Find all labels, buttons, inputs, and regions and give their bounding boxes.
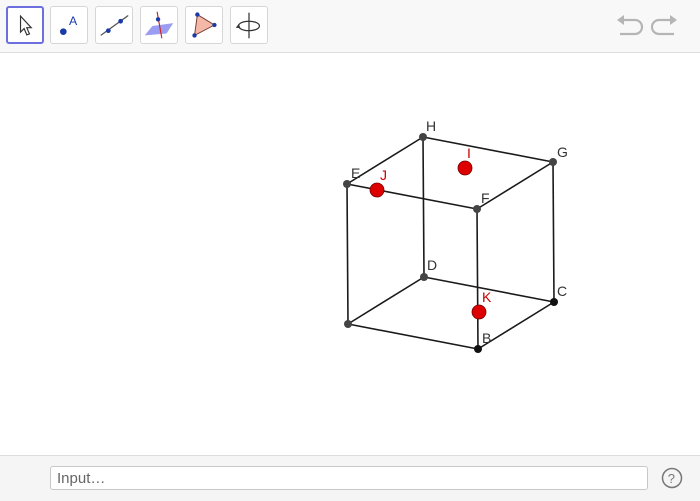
vertex-h[interactable]: [419, 133, 427, 141]
vertex-a[interactable]: [344, 320, 352, 328]
edge-fe: [346, 183, 478, 210]
help-glyph: ?: [668, 471, 675, 486]
undo-button[interactable]: [614, 12, 644, 40]
help-icon: ?: [661, 467, 683, 489]
undo-icon: [617, 15, 644, 36]
edge-ad: [347, 276, 425, 325]
move-arrow-icon: [19, 14, 33, 36]
vertex-g[interactable]: [549, 158, 557, 166]
point-k[interactable]: [471, 304, 487, 320]
point-tool-button[interactable]: A: [50, 6, 88, 44]
rotate-view-icon: [235, 12, 261, 39]
edge-fb: [476, 208, 479, 350]
redo-icon: [650, 15, 677, 36]
help-button[interactable]: ?: [661, 467, 683, 489]
graphics-view[interactable]: H G E F D C B I J K: [0, 53, 700, 455]
point-label-j: J: [380, 167, 387, 183]
point-tool-glyph: A: [69, 14, 78, 28]
vertex-label-e: E: [351, 165, 360, 181]
cube-drawing: H G E F D C B I J K: [343, 118, 568, 353]
point-j[interactable]: [369, 182, 385, 198]
vertex-label-d: D: [427, 257, 437, 273]
polygon-tool-button[interactable]: [185, 6, 223, 44]
toolbar: A: [0, 0, 700, 53]
vertex-label-f: F: [481, 190, 490, 206]
edge-ba: [347, 323, 479, 350]
algebra-input-bar: ?: [0, 455, 700, 501]
point-tool-icon: A: [60, 14, 78, 35]
line-tool-icon: [100, 15, 129, 36]
edge-gc: [552, 161, 555, 303]
vertex-d[interactable]: [420, 273, 428, 281]
redo-button[interactable]: [650, 12, 680, 40]
vertex-b[interactable]: [474, 345, 482, 353]
vertex-label-g: G: [557, 144, 568, 160]
vertex-label-h: H: [426, 118, 436, 134]
point-i[interactable]: [457, 160, 473, 176]
perpendicular-plane-icon: [144, 11, 174, 39]
rotate-view-tool-button[interactable]: [230, 6, 268, 44]
line-tool-button[interactable]: [95, 6, 133, 44]
perpendicular-plane-tool-button[interactable]: [140, 6, 178, 44]
move-tool-button[interactable]: [6, 6, 44, 44]
point-label-i: I: [467, 145, 471, 161]
vertex-label-b: B: [482, 330, 491, 346]
edge-hg: [422, 136, 554, 163]
vertex-label-c: C: [557, 283, 567, 299]
vertex-f[interactable]: [473, 205, 481, 213]
vertex-e[interactable]: [343, 180, 351, 188]
vertex-c[interactable]: [550, 298, 558, 306]
polygon-tool-icon: [192, 12, 217, 38]
edge-hd: [422, 136, 425, 278]
point-label-k: K: [482, 289, 492, 305]
algebra-input-field[interactable]: [50, 466, 648, 490]
edge-ea: [346, 183, 349, 325]
